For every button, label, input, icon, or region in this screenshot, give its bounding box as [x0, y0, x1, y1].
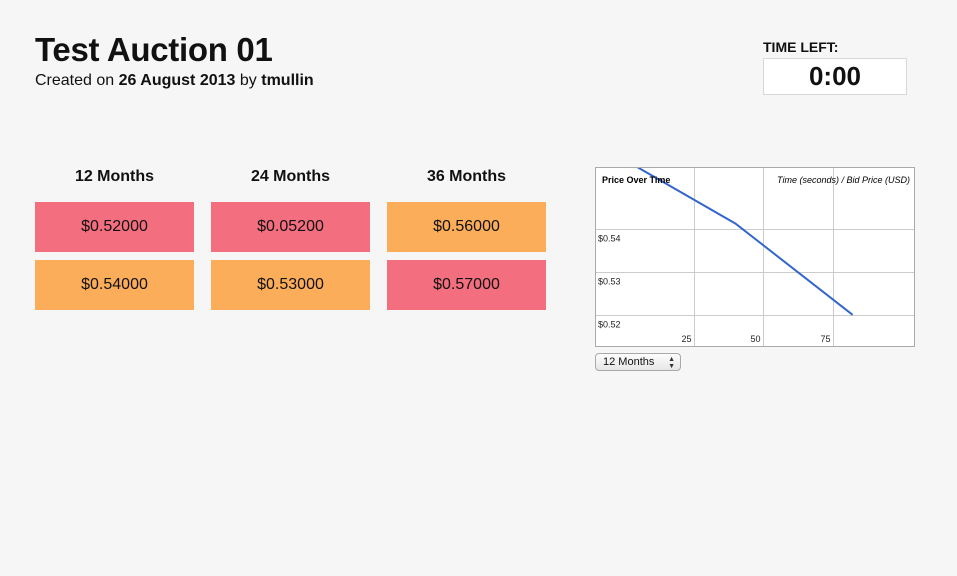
- price-over-time-chart: Price Over Time Time (seconds) / Bid Pri…: [595, 167, 915, 347]
- series-select[interactable]: 12 Months ▲ ▼: [595, 353, 681, 371]
- chart-title: Price Over Time: [602, 175, 670, 185]
- y-tick-label: $0.52: [598, 320, 621, 330]
- bid-36-months-1[interactable]: $0.56000: [387, 202, 546, 252]
- auction-meta: Created on 26 August 2013 by tmullin: [35, 72, 314, 90]
- column-header-12-months: 12 Months: [74, 168, 155, 185]
- bid-12-months-2[interactable]: $0.54000: [35, 260, 194, 310]
- time-left-value: 0:00: [763, 58, 907, 95]
- column-header-24-months: 24 Months: [250, 168, 331, 185]
- chart-subtitle: Time (seconds) / Bid Price (USD): [777, 175, 910, 185]
- chart-svg: Price Over Time Time (seconds) / Bid Pri…: [596, 168, 914, 346]
- select-arrows-icon: ▲ ▼: [668, 356, 675, 370]
- created-date: 26 August 2013: [118, 72, 236, 89]
- y-tick-label: $0.54: [598, 234, 621, 244]
- x-tick-label: 50: [750, 334, 760, 344]
- column-header-36-months: 36 Months: [426, 168, 507, 185]
- x-tick-label: 75: [820, 334, 830, 344]
- bid-36-months-2[interactable]: $0.57000: [387, 260, 546, 310]
- auction-title: Test Auction 01: [35, 31, 273, 68]
- bid-12-months-1[interactable]: $0.52000: [35, 202, 194, 252]
- bid-24-months-2[interactable]: $0.53000: [211, 260, 370, 310]
- x-tick-label: 25: [681, 334, 691, 344]
- time-left-panel: TIME LEFT: 0:00: [763, 39, 907, 95]
- created-by-word: by: [239, 72, 257, 89]
- bid-24-months-1[interactable]: $0.05200: [211, 202, 370, 252]
- y-tick-label: $0.53: [598, 277, 621, 287]
- series-select-value: 12 Months: [603, 356, 655, 368]
- created-prefix: Created on: [35, 72, 115, 89]
- time-left-label: TIME LEFT:: [763, 39, 839, 55]
- created-user: tmullin: [261, 72, 314, 89]
- price-series-line: [636, 168, 854, 316]
